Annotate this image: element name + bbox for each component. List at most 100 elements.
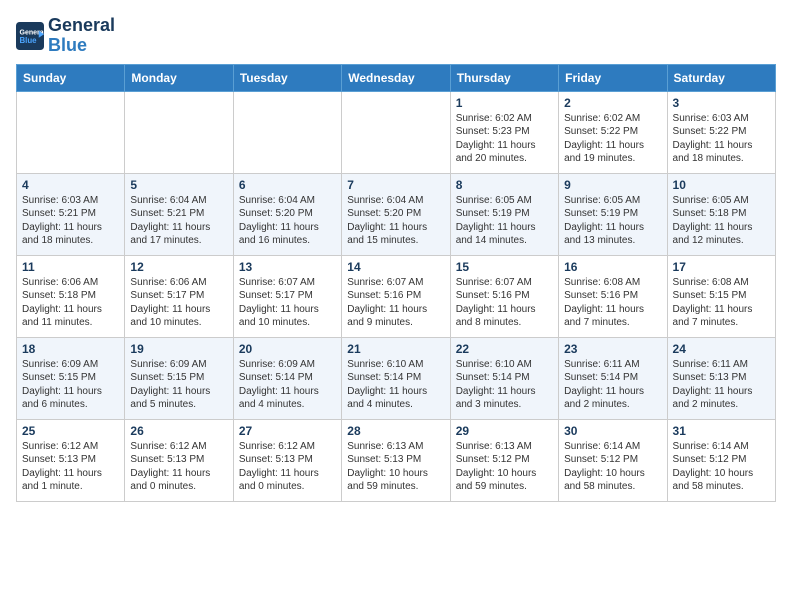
weekday-header-wednesday: Wednesday	[342, 64, 450, 91]
day-info: Sunrise: 6:06 AM Sunset: 5:18 PM Dayligh…	[22, 276, 119, 330]
day-number: 28	[347, 424, 444, 438]
day-number: 17	[673, 260, 770, 274]
day-number: 18	[22, 342, 119, 356]
day-number: 20	[239, 342, 336, 356]
calendar-cell: 6 Sunrise: 6:04 AM Sunset: 5:20 PM Daylig…	[233, 173, 341, 255]
calendar-cell: 26 Sunrise: 6:12 AM Sunset: 5:13 PM Dayli…	[125, 419, 233, 501]
calendar-week-row: 25 Sunrise: 6:12 AM Sunset: 5:13 PM Dayli…	[17, 419, 776, 501]
day-number: 15	[456, 260, 553, 274]
day-info: Sunrise: 6:14 AM Sunset: 5:12 PM Dayligh…	[673, 440, 770, 494]
day-number: 27	[239, 424, 336, 438]
calendar-cell: 25 Sunrise: 6:12 AM Sunset: 5:13 PM Dayli…	[17, 419, 125, 501]
day-number: 22	[456, 342, 553, 356]
calendar-cell: 1 Sunrise: 6:02 AM Sunset: 5:23 PM Daylig…	[450, 91, 558, 173]
calendar-cell: 13Sunrise: 6:07 AM Sunset: 5:17 PM Dayli…	[233, 255, 341, 337]
day-info: Sunrise: 6:13 AM Sunset: 5:13 PM Dayligh…	[347, 440, 444, 494]
weekday-header-tuesday: Tuesday	[233, 64, 341, 91]
day-info: Sunrise: 6:12 AM Sunset: 5:13 PM Dayligh…	[239, 440, 336, 494]
day-info: Sunrise: 6:08 AM Sunset: 5:15 PM Dayligh…	[673, 276, 770, 330]
calendar-cell: 30Sunrise: 6:14 AM Sunset: 5:12 PM Dayli…	[559, 419, 667, 501]
calendar-week-row: 18 Sunrise: 6:09 AM Sunset: 5:15 PM Dayli…	[17, 337, 776, 419]
calendar-cell: 27 Sunrise: 6:12 AM Sunset: 5:13 PM Dayli…	[233, 419, 341, 501]
day-info: Sunrise: 6:02 AM Sunset: 5:23 PM Dayligh…	[456, 112, 553, 166]
day-info: Sunrise: 6:04 AM Sunset: 5:21 PM Dayligh…	[130, 194, 227, 248]
day-info: Sunrise: 6:04 AM Sunset: 5:20 PM Dayligh…	[239, 194, 336, 248]
calendar-cell: 24 Sunrise: 6:11 AM Sunset: 5:13 PM Dayli…	[667, 337, 775, 419]
day-number: 1	[456, 96, 553, 110]
day-info: Sunrise: 6:05 AM Sunset: 5:18 PM Dayligh…	[673, 194, 770, 248]
calendar-cell: 4 Sunrise: 6:03 AM Sunset: 5:21 PM Daylig…	[17, 173, 125, 255]
calendar-cell	[342, 91, 450, 173]
calendar-cell: 7 Sunrise: 6:04 AM Sunset: 5:20 PM Daylig…	[342, 173, 450, 255]
calendar-cell: 28 Sunrise: 6:13 AM Sunset: 5:13 PM Dayli…	[342, 419, 450, 501]
logo-icon: General Blue	[16, 22, 44, 50]
day-number: 7	[347, 178, 444, 192]
day-info: Sunrise: 6:05 AM Sunset: 5:19 PM Dayligh…	[564, 194, 661, 248]
day-info: Sunrise: 6:07 AM Sunset: 5:16 PM Dayligh…	[347, 276, 444, 330]
page-header: General Blue General Blue	[16, 16, 776, 56]
calendar-week-row: 4 Sunrise: 6:03 AM Sunset: 5:21 PM Daylig…	[17, 173, 776, 255]
day-info: Sunrise: 6:07 AM Sunset: 5:16 PM Dayligh…	[456, 276, 553, 330]
day-number: 2	[564, 96, 661, 110]
calendar-cell: 8Sunrise: 6:05 AM Sunset: 5:19 PM Daylig…	[450, 173, 558, 255]
calendar-header: SundayMondayTuesdayWednesdayThursdayFrid…	[17, 64, 776, 91]
calendar-cell: 22 Sunrise: 6:10 AM Sunset: 5:14 PM Dayli…	[450, 337, 558, 419]
weekday-header-row: SundayMondayTuesdayWednesdayThursdayFrid…	[17, 64, 776, 91]
calendar-cell	[125, 91, 233, 173]
day-number: 10	[673, 178, 770, 192]
day-number: 11	[22, 260, 119, 274]
calendar-cell	[233, 91, 341, 173]
day-info: Sunrise: 6:06 AM Sunset: 5:17 PM Dayligh…	[130, 276, 227, 330]
day-number: 30	[564, 424, 661, 438]
day-info: Sunrise: 6:03 AM Sunset: 5:21 PM Dayligh…	[22, 194, 119, 248]
day-info: Sunrise: 6:10 AM Sunset: 5:14 PM Dayligh…	[347, 358, 444, 412]
day-number: 16	[564, 260, 661, 274]
calendar-cell: 16 Sunrise: 6:08 AM Sunset: 5:16 PM Dayli…	[559, 255, 667, 337]
day-number: 19	[130, 342, 227, 356]
calendar-cell: 3 Sunrise: 6:03 AM Sunset: 5:22 PM Daylig…	[667, 91, 775, 173]
day-number: 4	[22, 178, 119, 192]
day-info: Sunrise: 6:10 AM Sunset: 5:14 PM Dayligh…	[456, 358, 553, 412]
day-info: Sunrise: 6:02 AM Sunset: 5:22 PM Dayligh…	[564, 112, 661, 166]
weekday-header-thursday: Thursday	[450, 64, 558, 91]
calendar-cell: 19Sunrise: 6:09 AM Sunset: 5:15 PM Dayli…	[125, 337, 233, 419]
logo: General Blue General Blue	[16, 16, 115, 56]
day-info: Sunrise: 6:09 AM Sunset: 5:14 PM Dayligh…	[239, 358, 336, 412]
calendar-cell: 14 Sunrise: 6:07 AM Sunset: 5:16 PM Dayli…	[342, 255, 450, 337]
day-number: 31	[673, 424, 770, 438]
day-number: 24	[673, 342, 770, 356]
day-number: 12	[130, 260, 227, 274]
calendar-cell: 5Sunrise: 6:04 AM Sunset: 5:21 PM Daylig…	[125, 173, 233, 255]
calendar-cell: 31 Sunrise: 6:14 AM Sunset: 5:12 PM Dayli…	[667, 419, 775, 501]
calendar-body: 1 Sunrise: 6:02 AM Sunset: 5:23 PM Daylig…	[17, 91, 776, 501]
day-number: 23	[564, 342, 661, 356]
day-info: Sunrise: 6:09 AM Sunset: 5:15 PM Dayligh…	[22, 358, 119, 412]
calendar-cell: 29 Sunrise: 6:13 AM Sunset: 5:12 PM Dayli…	[450, 419, 558, 501]
day-info: Sunrise: 6:11 AM Sunset: 5:13 PM Dayligh…	[673, 358, 770, 412]
calendar-cell: 20 Sunrise: 6:09 AM Sunset: 5:14 PM Dayli…	[233, 337, 341, 419]
calendar-cell: 21 Sunrise: 6:10 AM Sunset: 5:14 PM Dayli…	[342, 337, 450, 419]
svg-text:Blue: Blue	[20, 36, 38, 45]
day-number: 26	[130, 424, 227, 438]
day-number: 14	[347, 260, 444, 274]
day-info: Sunrise: 6:03 AM Sunset: 5:22 PM Dayligh…	[673, 112, 770, 166]
calendar-cell: 23Sunrise: 6:11 AM Sunset: 5:14 PM Dayli…	[559, 337, 667, 419]
day-number: 6	[239, 178, 336, 192]
day-info: Sunrise: 6:12 AM Sunset: 5:13 PM Dayligh…	[130, 440, 227, 494]
day-info: Sunrise: 6:12 AM Sunset: 5:13 PM Dayligh…	[22, 440, 119, 494]
calendar-table: SundayMondayTuesdayWednesdayThursdayFrid…	[16, 64, 776, 502]
day-info: Sunrise: 6:04 AM Sunset: 5:20 PM Dayligh…	[347, 194, 444, 248]
calendar-cell: 2 Sunrise: 6:02 AM Sunset: 5:22 PM Daylig…	[559, 91, 667, 173]
day-number: 25	[22, 424, 119, 438]
day-number: 21	[347, 342, 444, 356]
calendar-cell: 17 Sunrise: 6:08 AM Sunset: 5:15 PM Dayli…	[667, 255, 775, 337]
day-info: Sunrise: 6:05 AM Sunset: 5:19 PM Dayligh…	[456, 194, 553, 248]
day-info: Sunrise: 6:13 AM Sunset: 5:12 PM Dayligh…	[456, 440, 553, 494]
weekday-header-saturday: Saturday	[667, 64, 775, 91]
calendar-cell	[17, 91, 125, 173]
day-number: 29	[456, 424, 553, 438]
logo-text: General Blue	[48, 16, 115, 56]
day-info: Sunrise: 6:08 AM Sunset: 5:16 PM Dayligh…	[564, 276, 661, 330]
day-number: 3	[673, 96, 770, 110]
calendar-cell: 9Sunrise: 6:05 AM Sunset: 5:19 PM Daylig…	[559, 173, 667, 255]
